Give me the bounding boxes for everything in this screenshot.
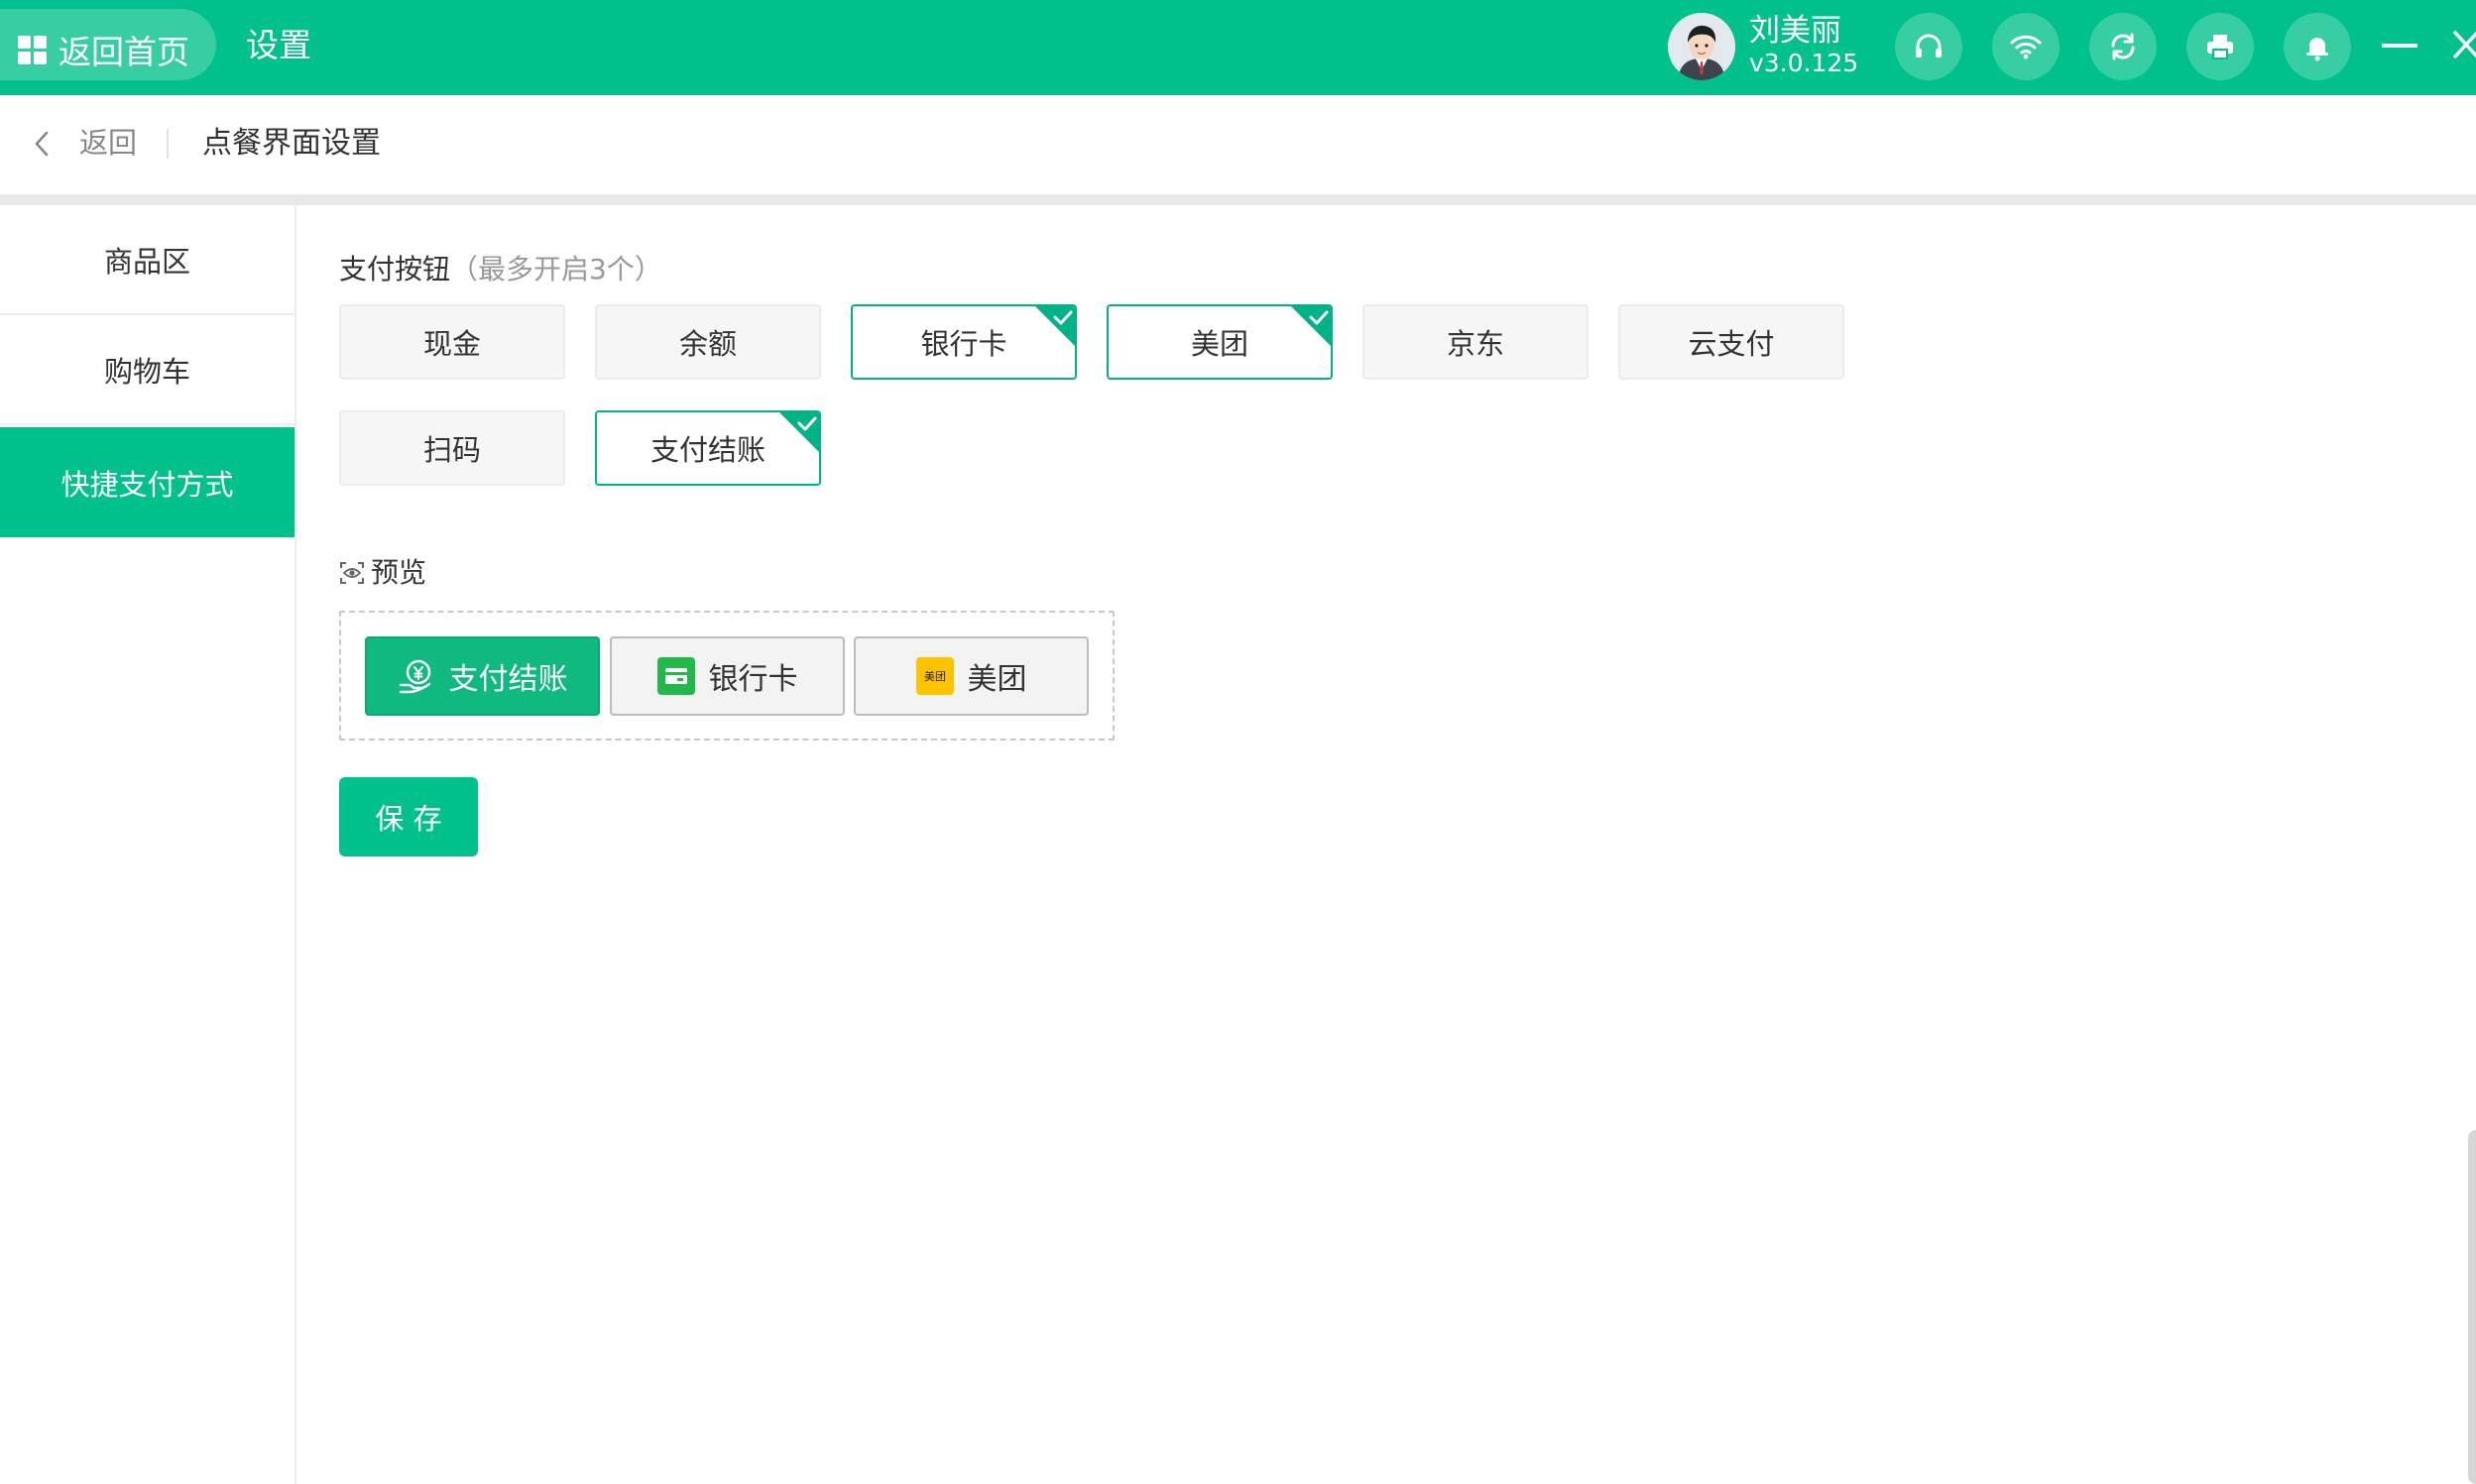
pay-option-balance[interactable]: 余额 (595, 304, 821, 380)
pay-option-label: 云支付 (1688, 327, 1775, 361)
printer-icon (2207, 35, 2233, 59)
pay-option-scan[interactable]: 扫码 (339, 410, 565, 486)
grid-icon (18, 36, 48, 65)
pay-option-checkout[interactable]: 支付结账 (595, 410, 821, 486)
app-version: v3.0.125 (1749, 49, 1859, 77)
payment-section-hint: （最多开启3个） (450, 253, 662, 285)
avatar[interactable] (1668, 13, 1735, 80)
sidebar: 商品区 购物车 快捷支付方式 (0, 205, 296, 1484)
back-link[interactable]: 返回 (79, 127, 137, 159)
preview-button-label: 银行卡 (708, 662, 798, 697)
check-icon (1035, 306, 1075, 346)
sidebar-item-cart[interactable]: 购物车 (0, 315, 295, 425)
preview-meituan-button[interactable]: 美团 美团 (854, 636, 1089, 716)
bell-icon (2306, 38, 2328, 61)
wifi-icon (2010, 35, 2042, 59)
printer-button[interactable] (2186, 13, 2254, 80)
check-icon (1291, 306, 1331, 346)
home-button-label: 返回首页 (59, 33, 189, 71)
coin-hand-icon (399, 659, 430, 694)
refresh-button[interactable] (2089, 13, 2157, 80)
check-icon (779, 412, 819, 452)
pay-option-label: 美团 (1190, 327, 1248, 361)
pay-option-label: 现金 (422, 327, 481, 361)
top-bar: 返回首页 设置 刘美丽 v3.0.125 (0, 0, 2476, 95)
pay-option-label: 余额 (678, 327, 737, 361)
payment-section-title: 支付按钮 (339, 253, 451, 285)
divider (0, 194, 2476, 205)
pay-option-label: 银行卡 (920, 327, 1007, 361)
pay-option-meituan[interactable]: 美团 (1107, 304, 1333, 380)
save-button[interactable]: 保 存 (339, 777, 478, 856)
preview-checkout-button[interactable]: 支付结账 (365, 636, 600, 716)
sidebar-item-quick-payment[interactable]: 快捷支付方式 (0, 427, 295, 537)
bank-card-icon (656, 657, 695, 695)
sidebar-item-products[interactable]: 商品区 (0, 205, 295, 315)
meituan-logo-text: 美团 (924, 670, 946, 683)
meituan-logo-icon: 美团 (915, 657, 954, 695)
breadcrumb-title: 点餐界面设置 (202, 126, 381, 161)
preview-label: 预览 (371, 556, 427, 589)
chevron-left-icon[interactable] (30, 129, 56, 159)
eye-scan-icon (340, 562, 364, 584)
user-name: 刘美丽 (1749, 13, 1841, 49)
sidebar-item-label: 快捷支付方式 (60, 467, 234, 502)
pay-option-label: 京东 (1446, 327, 1504, 361)
pay-option-cloud-pay[interactable]: 云支付 (1618, 304, 1844, 380)
pay-option-label: 扫码 (422, 433, 481, 467)
breadcrumb-separator (167, 129, 169, 159)
pay-option-cash[interactable]: 现金 (339, 304, 565, 380)
notification-button[interactable] (2284, 13, 2351, 80)
close-icon[interactable] (2451, 28, 2476, 61)
pay-option-bank-card[interactable]: 银行卡 (851, 304, 1077, 380)
sidebar-item-label: 购物车 (103, 354, 190, 389)
wifi-button[interactable] (1992, 13, 2060, 80)
pay-option-jd[interactable]: 京东 (1362, 304, 1589, 380)
save-button-label: 保 存 (375, 802, 442, 836)
headset-button[interactable] (1895, 13, 1962, 80)
home-button[interactable]: 返回首页 (0, 9, 216, 80)
refresh-icon (2111, 33, 2135, 60)
sidebar-item-label: 商品区 (103, 244, 190, 279)
preview-button-label: 支付结账 (448, 662, 568, 697)
preview-bank-card-button[interactable]: 银行卡 (610, 636, 845, 716)
payment-section-label: 支付按钮（最多开启3个） (339, 254, 662, 285)
minimize-icon[interactable] (2382, 44, 2417, 48)
scrollbar[interactable] (2468, 1130, 2476, 1484)
pay-option-label: 支付结账 (649, 433, 766, 467)
page-title: 设置 (246, 26, 311, 64)
breadcrumb: 返回 点餐界面设置 (0, 95, 2476, 194)
preview-button-label: 美团 (967, 662, 1027, 697)
headset-icon (1916, 34, 1942, 57)
